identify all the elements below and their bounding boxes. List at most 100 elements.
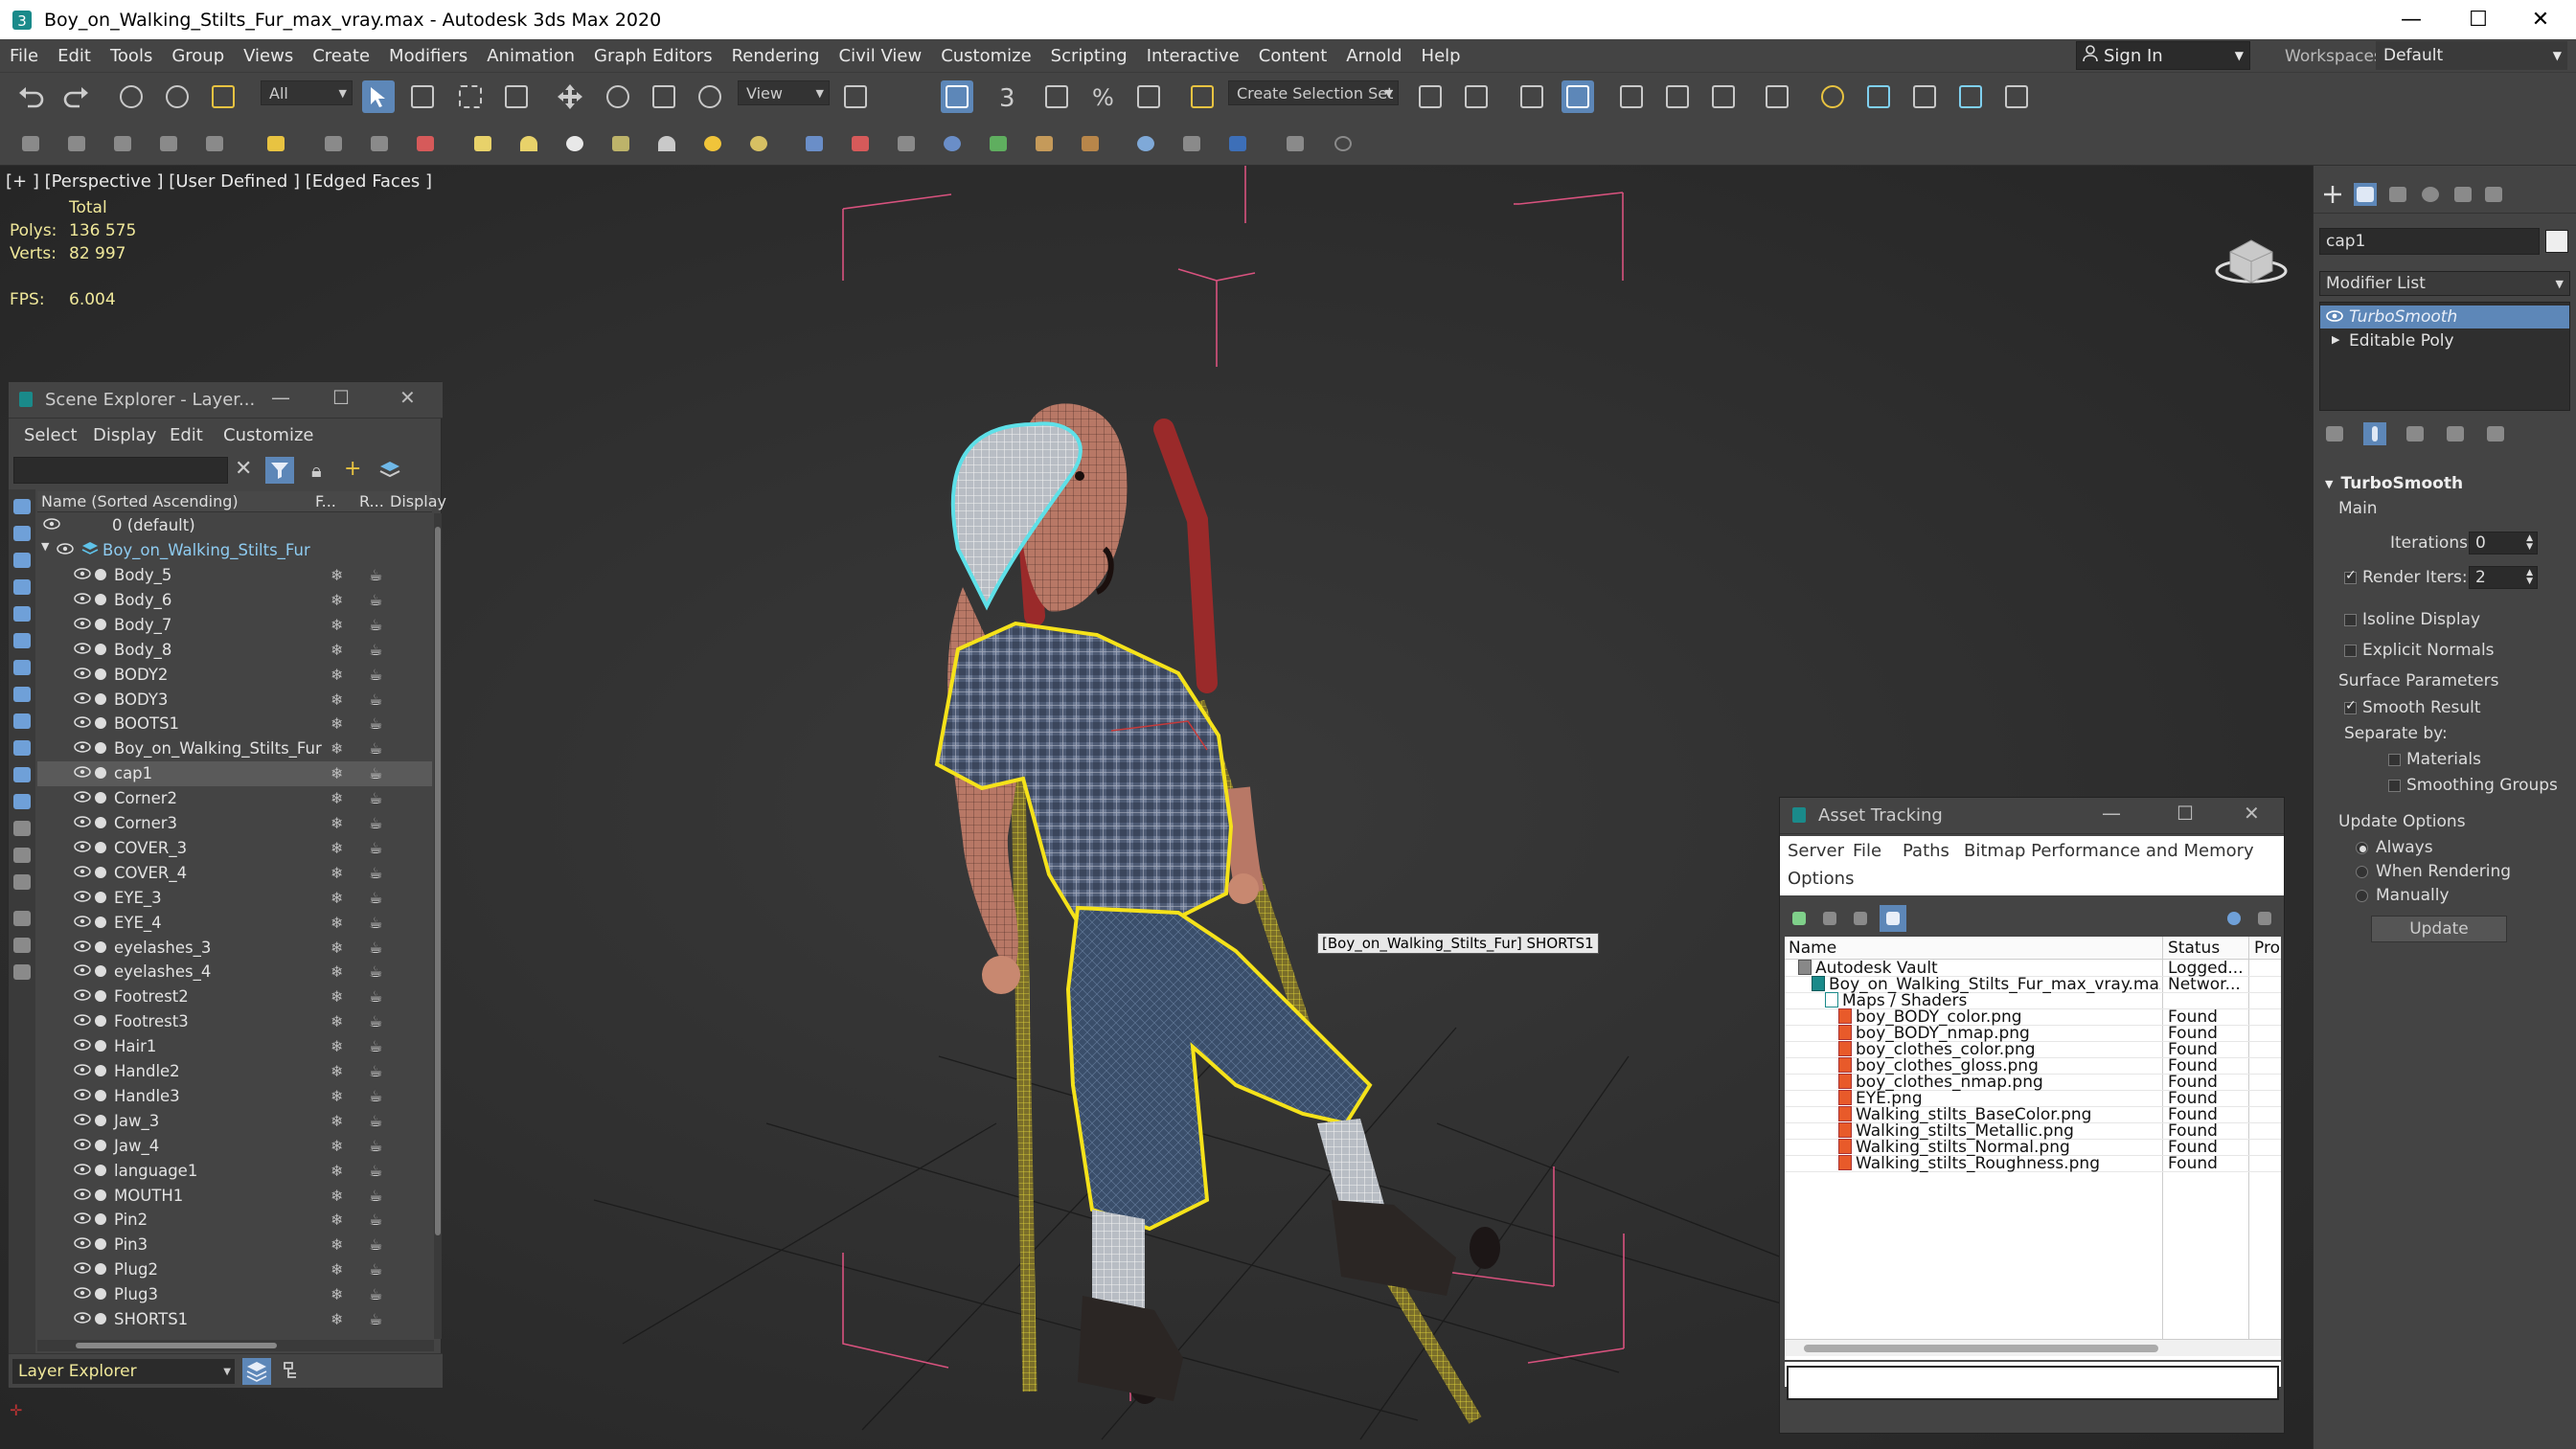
schematic-view-icon[interactable] (1707, 80, 1740, 113)
magnet-icon[interactable] (322, 132, 345, 155)
scene-object-row[interactable]: Plug3 ❄︎ ☕︎ (37, 1282, 432, 1307)
sort-by-layer-icon[interactable] (242, 1358, 271, 1385)
scene-object-row[interactable]: Body_7 ❄︎ ☕︎ (37, 613, 432, 638)
select-link-icon[interactable] (115, 80, 148, 113)
freeze-icon[interactable]: ❄︎ (331, 1112, 343, 1130)
display-helpers-icon[interactable] (11, 602, 34, 625)
freeze-icon[interactable]: ❄︎ (331, 739, 343, 758)
asset-tracking-titlebar[interactable]: Asset Tracking — ☐ ✕ (1780, 798, 2284, 834)
maximize-button[interactable]: ☐ (2443, 0, 2514, 39)
stack-item-editable-poly[interactable]: ▶ Editable Poly (2320, 329, 2569, 352)
display-xrefs-icon[interactable] (11, 683, 34, 706)
scene-object-row[interactable]: cap1 ❄︎ ☕︎ (37, 761, 432, 787)
rectangular-selection-icon[interactable] (454, 80, 487, 113)
scene-object-row[interactable]: Pin2 ❄︎ ☕︎ (37, 1208, 432, 1233)
explorer-type-dropdown[interactable]: Layer Explorer ▼ (12, 1359, 235, 1384)
render-teapot-icon[interactable]: ☕︎ (369, 1087, 382, 1105)
minimize-button[interactable]: — (271, 386, 290, 409)
smooth-result-row[interactable]: Smooth Result (2344, 698, 2481, 717)
table-view-icon[interactable] (1880, 905, 1906, 932)
layers-icon[interactable] (378, 459, 401, 482)
spinner-snap-icon[interactable] (1132, 80, 1165, 113)
scene-object-row[interactable]: Body_8 ❄︎ ☕︎ (37, 638, 432, 663)
particle-icon[interactable] (803, 132, 826, 155)
update-button[interactable]: Update (2371, 916, 2507, 942)
asset-hscroll-thumb[interactable] (1804, 1345, 2158, 1352)
display-all-icon[interactable] (11, 817, 34, 840)
pin-stack-icon[interactable] (2323, 422, 2346, 445)
toggle-scene-explorer-icon[interactable] (1516, 80, 1548, 113)
explicit-normals-row[interactable]: Explicit Normals (2344, 641, 2495, 660)
plant-icon[interactable] (987, 132, 1010, 155)
display-space-warps-icon[interactable] (11, 629, 34, 652)
freeze-icon[interactable]: ❄︎ (331, 566, 343, 584)
scene-vertical-scrollbar[interactable] (434, 513, 442, 1339)
scene-object-row[interactable]: Footrest3 ❄︎ ☕︎ (37, 1009, 432, 1034)
eye-icon[interactable] (74, 987, 91, 1006)
scene-object-row[interactable]: COVER_3 ❄︎ ☕︎ (37, 836, 432, 861)
eye-icon[interactable] (74, 1137, 91, 1155)
render-teapot-icon[interactable]: ☕︎ (369, 691, 382, 709)
clear-search-icon[interactable]: ✕ (235, 457, 252, 481)
create-tab-icon[interactable] (2321, 183, 2344, 206)
angle-snap-icon[interactable] (1040, 80, 1073, 113)
filter-icon[interactable] (265, 457, 294, 484)
eye-icon[interactable] (74, 1012, 91, 1030)
remove-modifier-icon[interactable] (2444, 422, 2467, 445)
asset-menu-paths[interactable]: Paths (1903, 841, 1949, 861)
menu-content[interactable]: Content (1249, 39, 1337, 72)
vray-frame-icon[interactable] (1180, 132, 1203, 155)
bind-space-warp-icon[interactable] (207, 80, 239, 113)
scene-object-row[interactable]: Jaw_4 ❄︎ ☕︎ (37, 1134, 432, 1159)
scene-menu-customize[interactable]: Customize (223, 425, 313, 445)
eye-icon[interactable] (74, 789, 91, 807)
group-icon[interactable] (414, 132, 437, 155)
render-teapot-icon[interactable]: ☕︎ (369, 616, 382, 634)
scene-menu-display[interactable]: Display (93, 425, 156, 445)
collapse-arrow-icon[interactable]: ▼ (2325, 478, 2333, 490)
render-teapot-icon[interactable]: ☕︎ (369, 739, 382, 758)
freeze-icon[interactable]: ❄︎ (331, 1012, 343, 1030)
freeze-icon[interactable]: ❄︎ (331, 616, 343, 634)
render-teapot-icon[interactable]: ☕︎ (369, 914, 382, 932)
scene-object-row[interactable]: BODY2 ❄︎ ☕︎ (37, 663, 432, 688)
mirror-icon[interactable] (1414, 80, 1447, 113)
selection-filter-dropdown[interactable]: All ▼ (261, 80, 353, 105)
scene-object-row[interactable]: BODY3 ❄︎ ☕︎ (37, 688, 432, 713)
column-name[interactable]: Name (1789, 939, 1836, 958)
hierarchy-tab-icon[interactable] (2386, 183, 2409, 206)
select-object-icon[interactable] (362, 80, 395, 113)
teapot-icon[interactable] (609, 132, 632, 155)
render-teapot-icon[interactable]: ☕︎ (369, 1211, 382, 1229)
folder-icon[interactable] (11, 961, 34, 984)
render-teapot-icon[interactable]: ☕︎ (369, 1187, 382, 1205)
freeze-icon[interactable]: ❄︎ (331, 1062, 343, 1080)
render-teapot-icon[interactable]: ☕︎ (369, 566, 382, 584)
scene-scroll-thumb[interactable] (435, 527, 441, 1235)
hierarchy-view-icon[interactable] (281, 1360, 304, 1383)
display-containers-icon[interactable] (11, 736, 34, 759)
select-manipulate-icon[interactable] (941, 80, 973, 113)
menu-views[interactable]: Views (234, 39, 303, 72)
freeze-icon[interactable]: ❄︎ (331, 914, 343, 932)
update-manually-radio[interactable] (2356, 889, 2368, 902)
freeze-icon[interactable]: ❄︎ (331, 1087, 343, 1105)
update-always-row[interactable]: Always (2356, 838, 2433, 857)
freeze-icon[interactable]: ❄︎ (331, 1187, 343, 1205)
menu-help[interactable]: Help (1412, 39, 1470, 72)
freeze-icon[interactable]: ❄︎ (331, 839, 343, 857)
materials-checkbox[interactable] (2388, 753, 2401, 766)
menu-civil-view[interactable]: Civil View (830, 39, 932, 72)
filter-selected-icon[interactable] (11, 934, 34, 957)
render-iters-row[interactable]: Render Iters: (2344, 568, 2468, 587)
freeze-icon[interactable]: ❄︎ (331, 1285, 343, 1303)
globe-icon[interactable] (941, 132, 964, 155)
render-teapot-icon[interactable]: ☕︎ (369, 1235, 382, 1254)
box-primitive-icon[interactable] (111, 132, 134, 155)
hair-fur-icon[interactable] (849, 132, 872, 155)
asset-icon[interactable] (1033, 132, 1056, 155)
asset-row[interactable]: Walking_stilts_Metallic.png Found (1785, 1121, 2281, 1141)
maximize-button[interactable]: ☐ (332, 386, 350, 409)
asset-row[interactable]: Boy_on_Walking_Stilts_Fur_max_vray.max Ne… (1785, 975, 2281, 994)
asset-row[interactable]: Autodesk Vault Logged... (1785, 959, 2281, 978)
